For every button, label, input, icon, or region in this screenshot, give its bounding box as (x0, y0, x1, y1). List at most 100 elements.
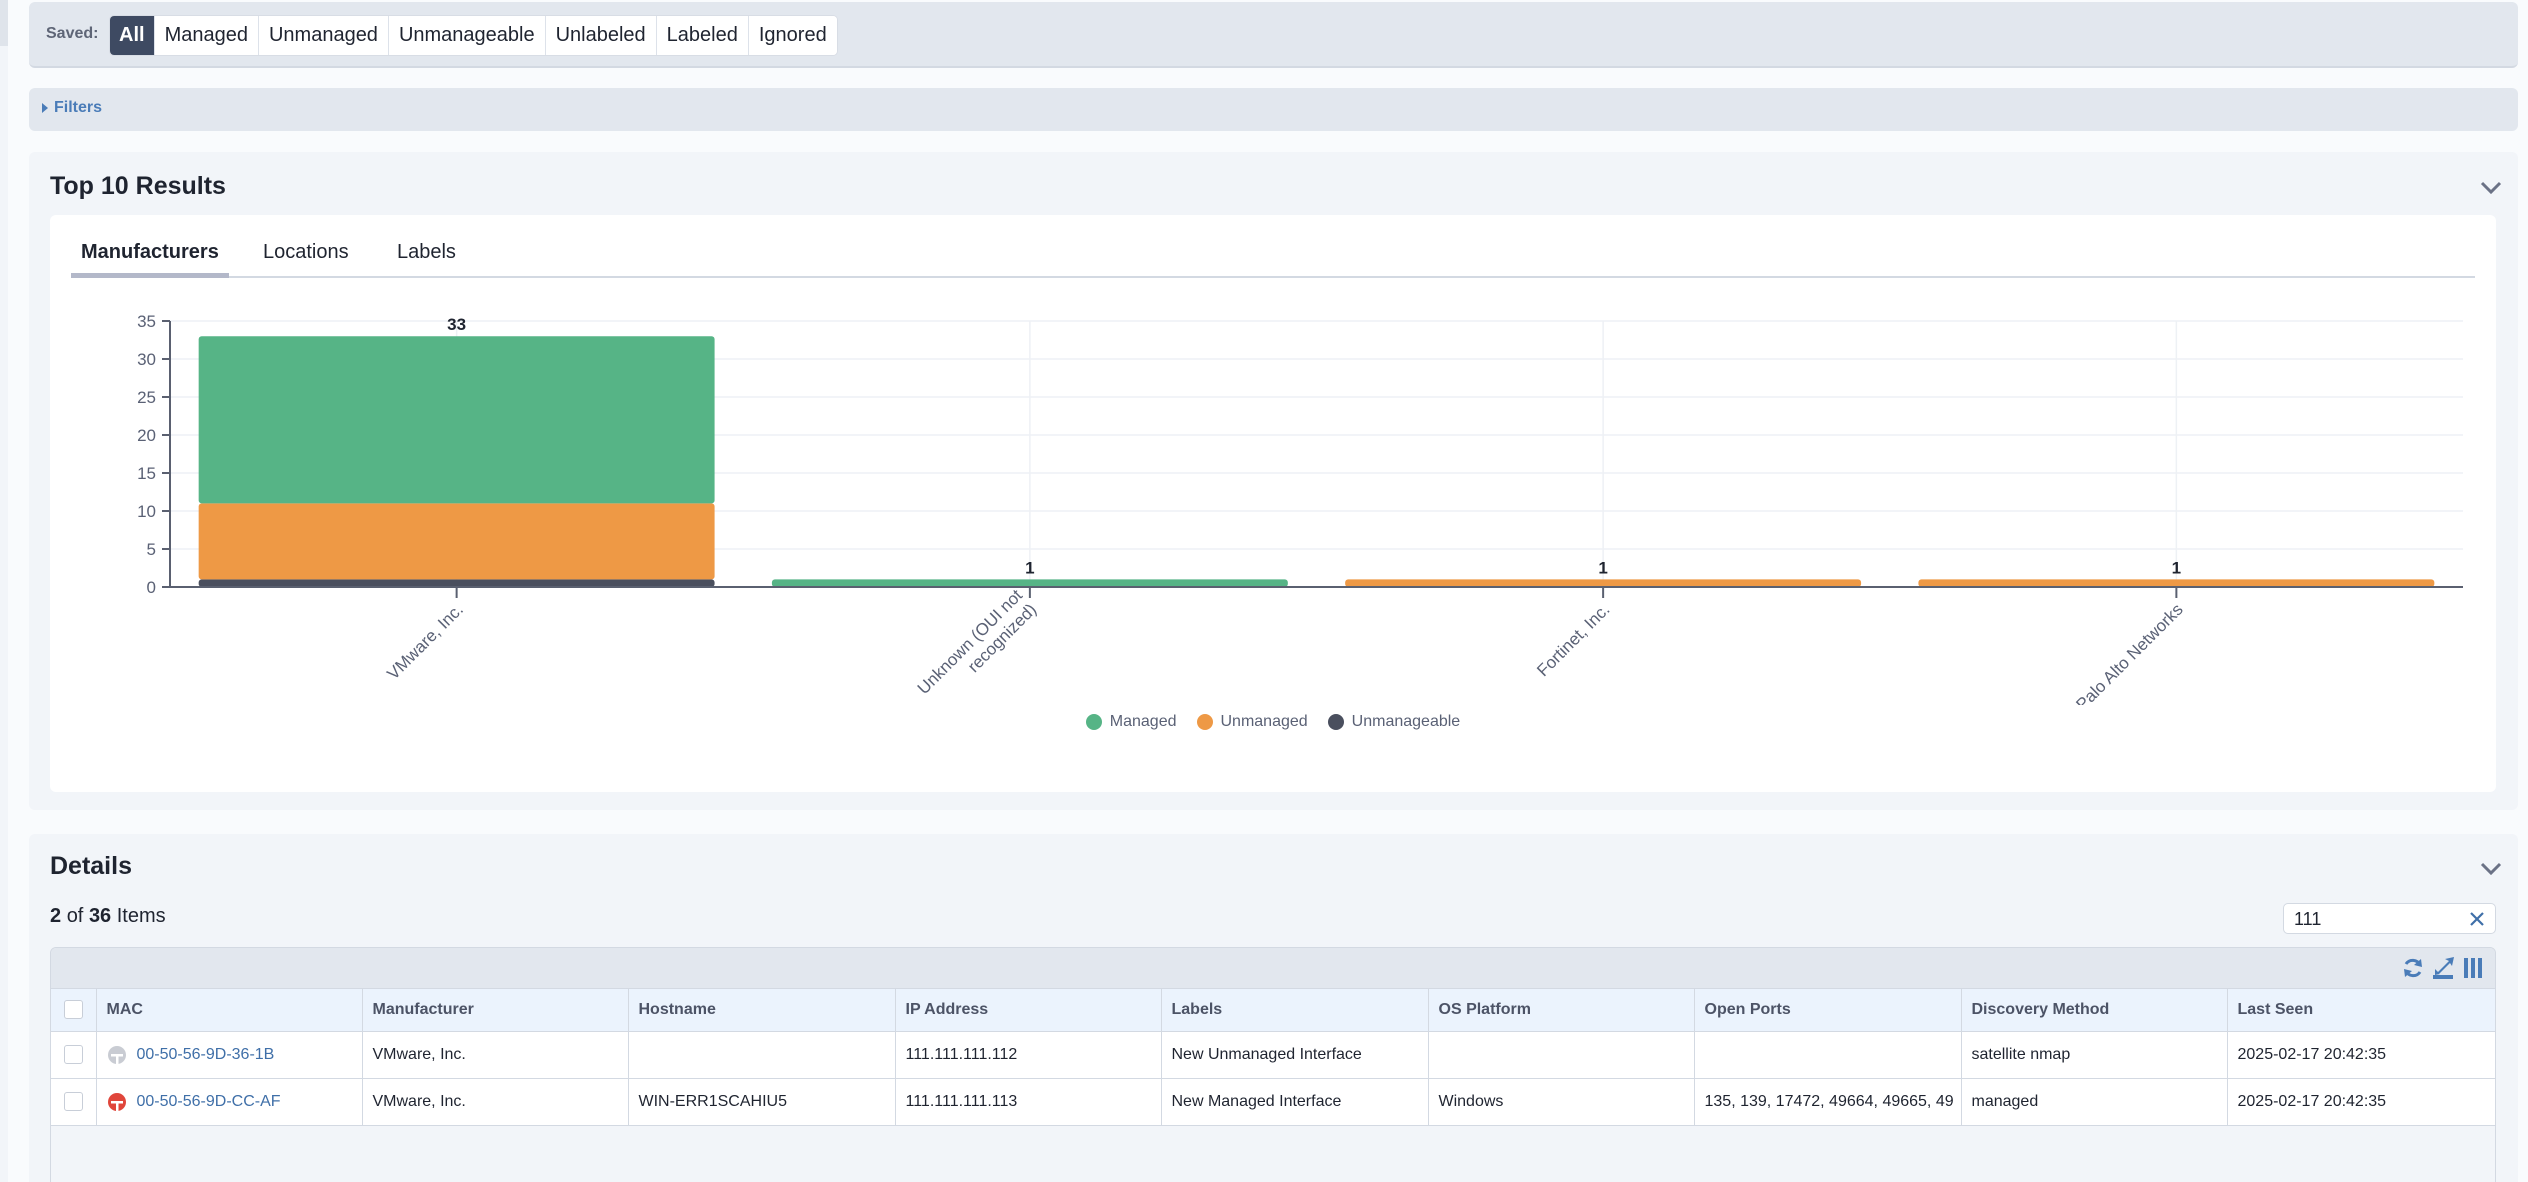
bar-total-label: 33 (447, 315, 466, 334)
column-header-open-ports[interactable]: Open Ports (1694, 989, 1962, 1032)
caret-right-icon (42, 103, 48, 113)
items-label: Items (116, 905, 166, 927)
saved-views-group: All Managed Unmanaged Unmanageable Unlab… (109, 15, 838, 56)
table-header-row: MAC Manufacturer Hostname IP Address Lab… (51, 989, 2495, 1032)
sidebar-edge (0, 0, 8, 1182)
mac-link[interactable]: 00-50-56-9D-CC-AF (137, 1093, 281, 1111)
legend-item-managed[interactable]: Managed (1085, 713, 1177, 731)
x-tick-label: Fortinet, Inc. (1533, 600, 1613, 680)
y-tick-label: 15 (137, 464, 156, 483)
close-icon[interactable] (2467, 909, 2487, 929)
chevron-down-icon[interactable] (2478, 176, 2504, 198)
saved-view-all[interactable]: All (110, 16, 155, 55)
x-tick-label: VMware, Inc. (383, 600, 467, 684)
item-count: 2 of 36 Items (50, 905, 166, 928)
refresh-icon[interactable] (2401, 956, 2425, 980)
saved-view-unmanaged[interactable]: Unmanaged (258, 16, 389, 55)
column-header-hostname[interactable]: Hostname (628, 989, 896, 1032)
column-header-labels[interactable]: Labels (1161, 989, 1429, 1032)
mac-link[interactable]: 00-50-56-9D-36-1B (137, 1046, 275, 1064)
filters-toggle[interactable]: Filters (42, 99, 102, 117)
legend-label: Managed (1109, 713, 1177, 730)
x-tick-label-line: Palo Alto Networks (2072, 600, 2186, 705)
filters-label: Filters (54, 99, 103, 116)
chart-legend: Managed Unmanaged Unmanageable (50, 713, 2496, 731)
discovery-cell: managed (1961, 1078, 2228, 1126)
saved-view-unlabeled[interactable]: Unlabeled (545, 16, 657, 55)
ports-cell: 135, 139, 17472, 49664, 49665, 49 (1694, 1078, 1962, 1126)
chart-card: Manufacturers Locations Labels 33 1 1 1 0 5 10… (50, 215, 2496, 792)
x-tick-label: Unknown (OUI notrecognized) (914, 586, 1041, 705)
y-tick-label: 10 (137, 502, 156, 521)
table-toolbar (51, 948, 2495, 989)
search-box (2283, 903, 2496, 934)
legend-label: Unmanaged (1220, 713, 1308, 730)
bar-segment-unmanaged (1345, 579, 1862, 587)
saved-view-managed[interactable]: Managed (154, 16, 259, 55)
column-header-os-platform[interactable]: OS Platform (1428, 989, 1695, 1032)
of-label: of (66, 905, 84, 927)
labels-cell: New Unmanaged Interface (1161, 1031, 1429, 1079)
hostname-cell: WIN-ERR1SCAHIU5 (628, 1078, 896, 1126)
search-input[interactable] (2294, 908, 2454, 930)
legend-item-unmanageable[interactable]: Unmanageable (1327, 713, 1460, 731)
devices-grid: MAC Manufacturer Hostname IP Address Lab… (51, 989, 2495, 1126)
ip-cell: 111.111.111.113 (895, 1078, 1162, 1126)
mac-cell: 00-50-56-9D-CC-AF (96, 1078, 363, 1126)
saved-view-unmanageable[interactable]: Unmanageable (388, 16, 546, 55)
device-status-inactive-icon (107, 1045, 126, 1065)
saved-label: Saved: (46, 25, 99, 42)
column-header-manufacturer[interactable]: Manufacturer (362, 989, 629, 1032)
row-select-cell (51, 1078, 97, 1126)
y-tick-label: 20 (137, 426, 156, 445)
table-row[interactable]: 00-50-56-9D-36-1B VMware, Inc. 111.111.1… (51, 1031, 2495, 1079)
shown-count: 2 (50, 905, 62, 927)
saved-view-labeled[interactable]: Labeled (656, 16, 749, 55)
bar-segment-managed (771, 579, 1288, 587)
labels-cell: New Managed Interface (1161, 1078, 1429, 1126)
bar-segment-unmanaged (198, 503, 715, 580)
y-tick-label: 35 (137, 312, 156, 331)
table-row[interactable]: 00-50-56-9D-CC-AF VMware, Inc. WIN-ERR1S… (51, 1078, 2495, 1126)
last-seen-cell: 2025-02-17 20:42:35 (2227, 1078, 2495, 1126)
discovery-cell: satellite nmap (1961, 1031, 2228, 1079)
saved-views-panel: Saved: All Managed Unmanaged Unmanageabl… (29, 2, 2518, 68)
manufacturers-chart: 331 1 105101520253035VMware, Inc. Unknown (… (137, 312, 2463, 705)
row-checkbox[interactable] (64, 1045, 83, 1064)
row-checkbox[interactable] (64, 1092, 83, 1111)
column-header-ip-address[interactable]: IP Address (895, 989, 1162, 1032)
column-header-last-seen[interactable]: Last Seen (2227, 989, 2495, 1032)
filters-panel: Filters (29, 88, 2518, 131)
column-header-discovery-method[interactable]: Discovery Method (1961, 989, 2228, 1032)
legend-dot-unmanageable (1327, 714, 1344, 730)
device-status-managed-icon (107, 1092, 126, 1112)
top10-title: Top 10 Results (50, 172, 226, 200)
top10-section: Top 10 Results Manufacturers Locations L… (29, 152, 2518, 810)
mac-cell: 00-50-56-9D-36-1B (96, 1031, 363, 1079)
ip-cell: 111.111.111.112 (895, 1031, 1162, 1079)
row-select-cell (51, 1031, 97, 1079)
legend-item-unmanaged[interactable]: Unmanaged (1196, 713, 1308, 731)
manufacturer-cell: VMware, Inc. (362, 1078, 629, 1126)
select-all-cell (51, 989, 97, 1032)
columns-icon[interactable] (2461, 956, 2485, 980)
chevron-down-icon[interactable] (2478, 857, 2504, 879)
y-tick-label: 30 (137, 350, 156, 369)
details-section: Details 2 of 36 Items 111 MAC Manufactur… (29, 834, 2518, 1182)
legend-dot-unmanaged (1196, 714, 1213, 730)
bar-segment-unmanaged (1918, 579, 2435, 587)
bar-total-label: 1 (1598, 558, 1607, 577)
select-all-checkbox[interactable] (64, 1000, 83, 1020)
x-tick-label-line: VMware, Inc. (383, 600, 467, 684)
column-header-mac[interactable]: MAC (96, 989, 363, 1032)
bar-total-label: 1 (2172, 558, 2181, 577)
export-icon[interactable] (2431, 956, 2455, 980)
saved-view-ignored[interactable]: Ignored (748, 16, 837, 55)
bar-total-label: 1 (1025, 558, 1034, 577)
x-tick-label: Palo Alto Networks (2072, 600, 2186, 705)
bar-segment-unmanageable (198, 579, 715, 587)
y-tick-label: 25 (137, 388, 156, 407)
details-title: Details (50, 852, 132, 880)
y-tick-label: 5 (147, 540, 156, 559)
sidebar-edge-active (0, 0, 8, 46)
